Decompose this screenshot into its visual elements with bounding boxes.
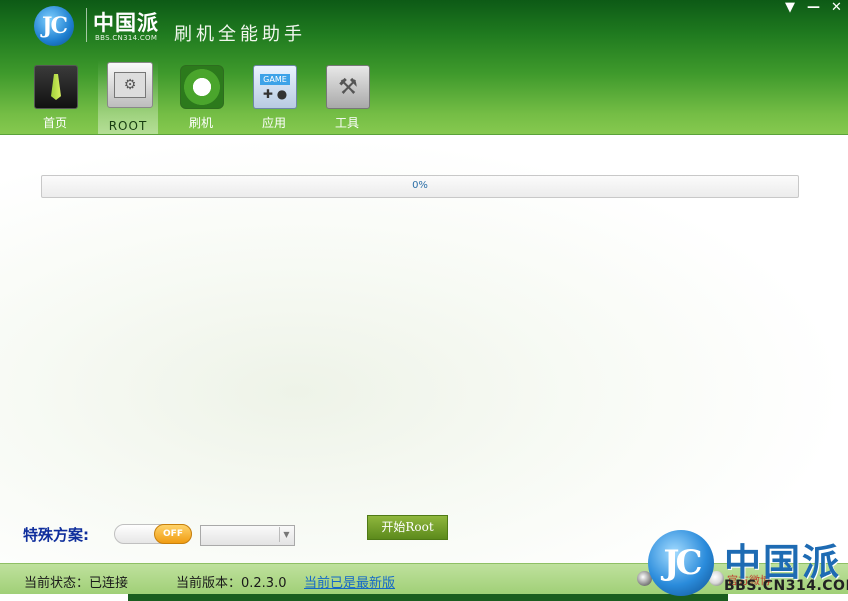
start-root-button[interactable]: 开始Root	[367, 515, 448, 540]
close-icon[interactable]: ✕	[831, 0, 842, 15]
special-scheme-toggle[interactable]: OFF	[114, 524, 192, 544]
special-scheme-select[interactable]: ▼	[200, 525, 295, 546]
root-progress-bar: 0%	[41, 175, 799, 198]
nav-flash-label: 刷机	[188, 116, 213, 130]
chevron-down-icon: ▼	[279, 527, 293, 542]
main-content: 0% 特殊方案: OFF ▼ 开始Root	[0, 135, 848, 563]
refresh-disc-icon: ⟳	[180, 65, 224, 109]
necktie-icon	[34, 65, 78, 109]
nav-home[interactable]: 首页	[25, 60, 85, 134]
app-logo: JC	[34, 6, 74, 46]
nav-flash[interactable]: ⟳ 刷机	[171, 60, 231, 134]
brand-url: BBS.CN314.COM	[95, 34, 158, 42]
logo-divider	[86, 8, 87, 42]
update-status-link[interactable]: 当前已是最新版	[304, 572, 395, 591]
watermark-logo: JC	[648, 530, 714, 596]
toggle-off-knob: OFF	[154, 524, 192, 544]
watermark-url: BBS.CN314.COM	[724, 578, 848, 594]
progress-text: 0%	[412, 180, 428, 191]
site-watermark: JC 中国派 BBS.CN314.COM	[648, 528, 848, 598]
nav-apps-label: 应用	[261, 116, 286, 130]
nav-tools[interactable]: ⚒ 工具	[317, 60, 377, 134]
background-window-strip	[128, 594, 728, 601]
minimize-icon[interactable]: —	[807, 0, 820, 15]
special-scheme-label: 特殊方案:	[23, 526, 89, 544]
brand-name: 中国派	[93, 11, 159, 35]
gamepad-icon: GAME ✚ ●	[253, 65, 297, 109]
menu-dropdown-icon[interactable]: ▼	[785, 0, 795, 15]
safe-gear-icon: ⚙	[107, 62, 153, 108]
tools-icon: ⚒	[326, 65, 370, 109]
nav-home-label: 首页	[42, 116, 67, 130]
nav-tools-label: 工具	[334, 116, 359, 130]
nav-apps[interactable]: GAME ✚ ● 应用	[244, 60, 304, 134]
nav-root-label: ROOT	[108, 119, 148, 133]
version-text: 当前版本：0.2.3.0	[176, 576, 287, 591]
app-title: 刷机全能助手	[174, 24, 306, 45]
connection-status: 当前状态：已连接	[24, 576, 129, 591]
nav-root[interactable]: ⚙ ROOT	[98, 60, 158, 134]
app-header: JC 中国派 BBS.CN314.COM 刷机全能助手 ▼ — ✕ 首页 ⚙ R…	[0, 0, 848, 135]
